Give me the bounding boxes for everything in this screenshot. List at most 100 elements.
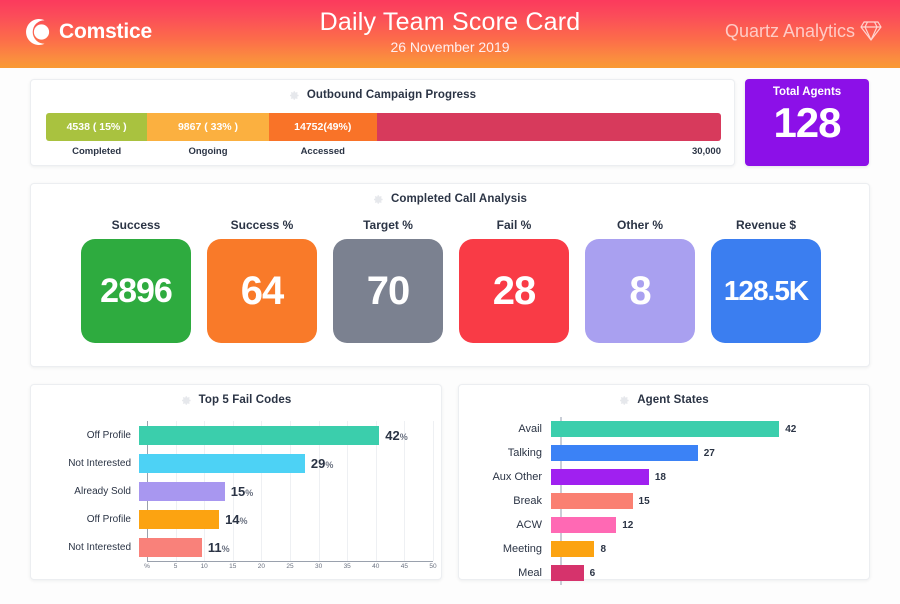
failcodes-x-tick: 15: [229, 563, 237, 570]
failcodes-bar[interactable]: [139, 425, 380, 445]
agentstates-bar[interactable]: [551, 421, 780, 437]
gear-icon[interactable]: [289, 90, 300, 101]
campaign-segment[interactable]: 4538 ( 15% ): [46, 113, 148, 141]
failcodes-x-tick: %: [144, 563, 150, 570]
kpi-value-box[interactable]: 8: [585, 239, 695, 343]
failcodes-bar[interactable]: [139, 453, 305, 473]
failcodes-x-tick: 45: [400, 563, 409, 570]
agentstates-bar-value: 6: [589, 567, 596, 579]
agentstates-bar[interactable]: [551, 565, 584, 581]
failcodes-x-tick: 20: [257, 563, 266, 570]
gear-icon[interactable]: [181, 395, 192, 406]
failcodes-bar[interactable]: [139, 509, 220, 529]
kpi-label: Revenue $: [735, 218, 797, 232]
failcodes-category-label: Off Profile: [86, 429, 131, 441]
gear-icon[interactable]: [619, 395, 630, 406]
campaign-segment-label: 9867 ( 33% ): [177, 121, 239, 133]
campaign-segment-label: 4538 ( 15% ): [66, 121, 127, 133]
campaign-segment-legend: 30,000: [691, 146, 721, 157]
campaign-segment-legend: Accessed: [300, 146, 345, 157]
total-agents-value: 128: [773, 99, 841, 146]
agentstates-bar-track: 15: [551, 489, 871, 513]
agentstates-bar[interactable]: [551, 445, 698, 461]
agentstates-panel-title: Agent States: [459, 394, 869, 406]
kpi-label: Success: [111, 218, 161, 232]
kpi-panel-title: Completed Call Analysis: [31, 193, 869, 205]
campaign-title-text: Outbound Campaign Progress: [306, 89, 477, 101]
agentstates-bar[interactable]: [551, 517, 617, 533]
agentstates-bar-value: 15: [638, 495, 650, 507]
agentstates-bar[interactable]: [551, 469, 649, 485]
gear-icon[interactable]: [373, 194, 384, 205]
campaign-segment[interactable]: 14752(49%): [268, 113, 377, 141]
kpi-label: Target %: [363, 218, 413, 232]
agentstates-bar-track: 12: [551, 513, 871, 537]
failcodes-x-tick: 40: [372, 563, 380, 570]
failcodes-bar-row: Off Profile 14%: [31, 505, 443, 533]
agentstates-category-label: Aux Other: [492, 471, 542, 483]
agentstates-category-label: Break: [513, 495, 542, 507]
failcodes-bar-value: 42%: [385, 427, 408, 443]
agentstates-bar-value: 12: [622, 519, 634, 531]
agentstates-bar-row: ACW 12: [459, 513, 871, 537]
failcodes-category-label: Already Sold: [74, 485, 131, 497]
agentstates-bar[interactable]: [551, 541, 595, 557]
failcodes-bar-rows: Off Profile 42% Not Interested 29% Already S…: [31, 421, 443, 561]
kpi-value-box[interactable]: 64: [207, 239, 317, 343]
failcodes-x-tick: 10: [200, 563, 208, 570]
agentstates-title-text: Agent States: [637, 394, 709, 406]
agentstates-bar[interactable]: [551, 493, 633, 509]
agentstates-bar-row: Break 15: [459, 489, 871, 513]
top-fail-codes-panel: Top 5 Fail Codes Off Profile 42% Not Inter…: [30, 384, 442, 580]
kpi-cell: Other % 8: [585, 218, 695, 343]
agentstates-bar-track: 27: [551, 441, 871, 465]
agentstates-category-label: Avail: [518, 423, 542, 435]
kpi-value-box[interactable]: 2896: [81, 239, 191, 343]
failcodes-bar-value: 15%: [230, 483, 254, 499]
failcodes-bar-track: 29%: [139, 449, 443, 477]
campaign-panel-title: Outbound Campaign Progress: [31, 89, 734, 101]
failcodes-category-label: Not Interested: [68, 457, 131, 469]
vendor-name: Quartz Analytics: [724, 20, 855, 41]
failcodes-bar-value: 14%: [225, 511, 248, 527]
agentstates-bar-value: 18: [654, 471, 666, 483]
agent-states-panel: Agent States Avail 42 Talking 27 Aux Other 18…: [458, 384, 871, 585]
kpi-cell: Success % 64: [207, 218, 317, 343]
failcodes-bar-row: Not Interested 29%: [31, 449, 443, 477]
diamond-gem-icon: [860, 19, 882, 43]
kpi-value-box[interactable]: 70: [333, 239, 443, 343]
failcodes-bar-track: 15%: [139, 477, 443, 505]
campaign-progress-bar[interactable]: 4538 ( 15% ) 9867 ( 33% ) 14752(49%): [46, 113, 721, 141]
agentstates-bar-value: 42: [785, 423, 797, 435]
campaign-segment[interactable]: 9867 ( 33% ): [147, 113, 269, 141]
failcodes-bar[interactable]: [139, 537, 202, 557]
kpi-value-box[interactable]: 128.5K: [711, 239, 821, 343]
failcodes-bar-value: 11%: [207, 539, 230, 555]
kpi-card-row: Success 2896 Success % 64 Target % 70 Fail % 28…: [31, 218, 871, 343]
agentstates-category-label: Talking: [507, 447, 542, 459]
kpi-label: Success %: [230, 218, 294, 232]
failcodes-bar-row: Already Sold 15%: [31, 477, 443, 505]
dashboard-header: Comstice Daily Team Score Card 26 Novemb…: [0, 0, 900, 68]
failcodes-x-tick: 35: [343, 563, 351, 570]
failcodes-bar-value: 29%: [310, 455, 334, 471]
failcodes-x-tick-labels: % 5 10 15 20 25 30 35 40 45 50: [31, 563, 443, 575]
kpi-cell: Fail % 28: [459, 218, 569, 343]
outbound-campaign-panel: Outbound Campaign Progress 4538 ( 15% ) 9…: [30, 79, 735, 166]
kpi-label: Other %: [616, 218, 663, 232]
failcodes-bar-row: Not Interested 11%: [31, 533, 443, 561]
campaign-segment[interactable]: [376, 113, 721, 141]
agentstates-bar-track: 42: [551, 417, 871, 441]
failcodes-x-tick: 25: [286, 563, 294, 570]
failcodes-chart: Off Profile 42% Not Interested 29% Already S…: [31, 413, 441, 579]
agentstates-bar-value: 8: [600, 543, 607, 555]
total-agents-card[interactable]: Total Agents 128: [745, 79, 869, 166]
failcodes-bar-track: 11%: [139, 533, 443, 561]
total-agents-label: Total Agents: [772, 86, 842, 98]
agentstates-bar-row: Meal 6: [459, 561, 871, 585]
campaign-segment-legend: Completed: [72, 146, 122, 157]
kpi-value-box[interactable]: 28: [459, 239, 569, 343]
campaign-progress-legend: Completed Ongoing Accessed 30,000: [46, 146, 721, 160]
failcodes-bar[interactable]: [139, 481, 225, 501]
failcodes-category-label: Not Interested: [68, 541, 131, 553]
